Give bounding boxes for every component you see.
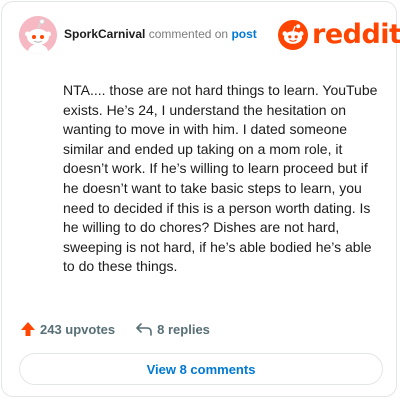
replies-count: 8 replies <box>157 321 210 337</box>
reddit-snoo-icon <box>278 20 308 50</box>
reply-arrow-icon <box>136 323 152 336</box>
author-username[interactable]: SporkCarnival <box>64 27 145 41</box>
post-link[interactable]: post <box>231 27 256 41</box>
comment-actions: 243 upvotes 8 replies <box>20 319 210 339</box>
upvote-arrow-icon <box>21 322 35 336</box>
comment-card: SporkCarnival commented on post reddit N… <box>1 1 400 397</box>
comment-header: SporkCarnival commented on post <box>64 27 257 41</box>
replies-button[interactable]: 8 replies <box>135 322 210 337</box>
upvote-button[interactable]: 243 upvotes <box>20 321 115 337</box>
snoo-avatar-icon <box>19 16 57 54</box>
view-comments-button[interactable]: View 8 comments <box>19 353 383 385</box>
user-avatar[interactable] <box>19 16 57 54</box>
upvote-count: 243 upvotes <box>40 321 116 337</box>
reddit-logo[interactable]: reddit <box>278 20 400 50</box>
comment-body: NTA.... those are not hard things to lea… <box>63 82 378 275</box>
reddit-wordmark: reddit <box>312 19 400 50</box>
action-text: commented on <box>148 27 229 41</box>
